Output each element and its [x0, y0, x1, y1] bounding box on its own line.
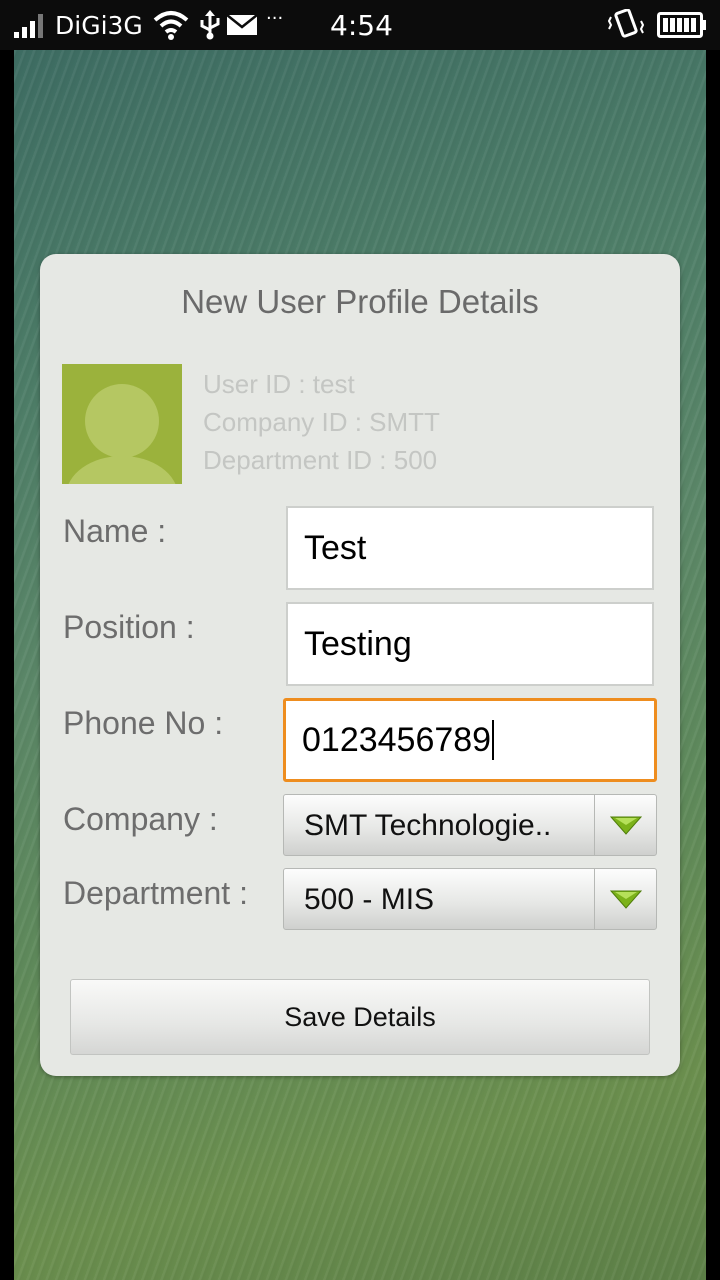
status-clock: 4:54	[330, 9, 393, 42]
wifi-icon	[153, 11, 189, 40]
name-value: Test	[304, 528, 367, 567]
more-notifications-indicator: ···	[266, 8, 284, 29]
department-dropdown-button[interactable]	[594, 869, 656, 929]
department-label: Department :	[63, 875, 248, 911]
save-details-button[interactable]: Save Details	[70, 979, 650, 1055]
avatar[interactable]	[62, 364, 182, 484]
dropdown-arrow-icon	[610, 890, 642, 909]
dialog-title: New User Profile Details	[181, 283, 539, 320]
carrier-name: DiGi3G	[55, 11, 143, 40]
phone-label: Phone No :	[63, 705, 224, 741]
position-label: Position :	[63, 609, 195, 645]
user-id-text: User ID : test	[203, 369, 355, 399]
phone-value: 0123456789	[302, 720, 492, 759]
status-bar: DiGi3G ··· 4:54	[0, 0, 720, 50]
company-label: Company :	[63, 801, 218, 837]
position-value: Testing	[304, 624, 412, 663]
signal-icon	[14, 14, 43, 38]
company-dropdown[interactable]: SMT Technologie..	[283, 794, 657, 856]
position-field[interactable]: Testing	[286, 602, 654, 686]
company-selected-value: SMT Technologie..	[304, 809, 552, 842]
vibrate-icon	[608, 9, 644, 38]
mail-icon	[227, 15, 257, 35]
department-selected-value: 500 - MIS	[304, 883, 435, 916]
default-avatar-icon	[68, 384, 176, 484]
company-dropdown-button[interactable]	[594, 795, 656, 855]
text-cursor	[492, 720, 495, 760]
department-id-text: Department ID : 500	[203, 445, 438, 475]
company-id-text: Company ID : SMTT	[203, 407, 440, 437]
dropdown-arrow-icon	[610, 816, 642, 835]
battery-icon	[657, 12, 706, 38]
usb-icon	[200, 10, 220, 40]
name-field[interactable]: Test	[286, 506, 654, 590]
name-label: Name :	[63, 513, 167, 549]
department-dropdown[interactable]: 500 - MIS	[283, 868, 657, 930]
phone-field[interactable]: 0123456789	[283, 698, 657, 782]
